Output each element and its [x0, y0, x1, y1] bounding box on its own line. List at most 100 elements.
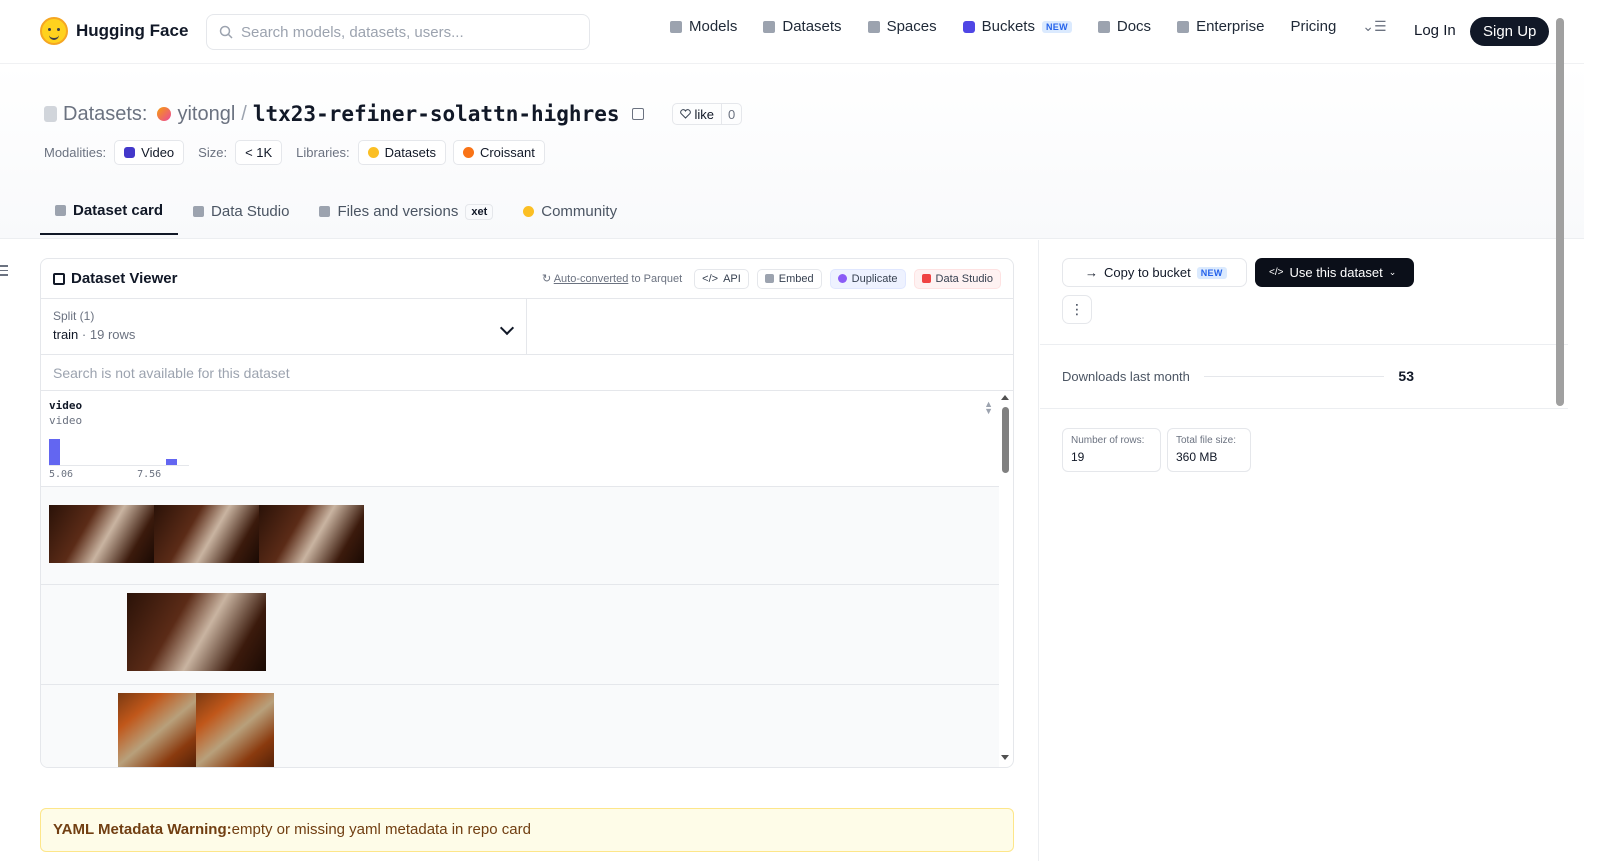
bucket-icon [962, 20, 975, 33]
copy-to-bucket-button[interactable]: → Copy to bucket NEW [1062, 258, 1247, 287]
like-button[interactable]: like 0 [671, 103, 743, 125]
brand-logo[interactable]: Hugging Face [40, 17, 188, 45]
xet-badge: xet [465, 203, 494, 220]
tab-files-and-versions[interactable]: Files and versions xet [304, 196, 508, 235]
auto-converted-note: ↻ Auto-converted to Parquet [542, 273, 683, 285]
scroll-down-arrow[interactable] [1001, 755, 1009, 760]
avatar[interactable] [157, 107, 172, 121]
histogram-bar[interactable] [166, 459, 177, 465]
table-row[interactable] [41, 585, 999, 685]
embed-button[interactable]: Embed [756, 268, 822, 289]
brand-name: Hugging Face [76, 21, 189, 40]
heart-icon [679, 109, 691, 119]
histogram-bar[interactable] [49, 439, 60, 465]
repo-name[interactable]: ltx23-refiner-solattn-highres [253, 102, 620, 126]
data-studio-button[interactable]: Data Studio [913, 268, 1001, 289]
nav-models[interactable]: Models [670, 18, 737, 35]
divider [1040, 408, 1568, 409]
use-this-dataset-button[interactable]: </> Use this dataset ⌄ [1255, 258, 1414, 287]
video-thumbnail[interactable] [196, 693, 274, 767]
size-chip[interactable]: < 1K [235, 140, 283, 165]
split-value: train · 19 rows [53, 327, 514, 342]
code-icon: </> [702, 272, 719, 285]
sort-icon[interactable]: ▲ ▼ [984, 400, 993, 416]
tab-label: Dataset card [73, 202, 164, 219]
signup-button[interactable]: Sign Up [1470, 17, 1550, 46]
modality-chip-video[interactable]: Video [114, 140, 185, 165]
nav-enterprise[interactable]: Enterprise [1177, 18, 1264, 35]
sidebar-toggle-icon[interactable] [0, 265, 8, 279]
library-chip-datasets[interactable]: Datasets [357, 140, 446, 165]
split-select[interactable]: Split (1) train · 19 rows [41, 299, 527, 354]
search-input[interactable] [241, 23, 571, 41]
section-label: Datasets: [63, 102, 148, 125]
table-row[interactable] [41, 487, 999, 585]
search-icon [219, 25, 233, 39]
downloads-label: Downloads last month [1062, 368, 1190, 384]
database-icon [763, 20, 776, 33]
viewer-tools: ↻ Auto-converted to Parquet </> API Embed… [542, 268, 1001, 289]
auto-converted-link[interactable]: Auto-converted [554, 273, 629, 285]
split-dot: · [81, 327, 87, 342]
histogram-min: 5.06 [49, 469, 74, 480]
dataset-viewer: Dataset Viewer ↻ Auto-converted to Parqu… [40, 258, 1014, 768]
library-chip-croissant[interactable]: Croissant [452, 140, 545, 165]
auto-converted-suffix: to Parquet [628, 273, 683, 285]
book-icon [1097, 20, 1110, 33]
nav-pricing[interactable]: Pricing [1290, 18, 1336, 35]
search-box[interactable] [206, 14, 590, 50]
nav-links: Models Datasets Spaces Buckets NEW Docs E… [670, 18, 1387, 35]
copy-icon[interactable] [631, 108, 644, 120]
nav-buckets[interactable]: Buckets NEW [962, 18, 1072, 35]
tab-label: Community [541, 203, 618, 220]
data-studio-label: Data Studio [935, 272, 993, 285]
downloads-stat: Downloads last month 53 [1062, 368, 1414, 384]
warning-title: YAML Metadata Warning: [53, 821, 232, 838]
viewer-title-label: Dataset Viewer [71, 270, 178, 287]
video-thumbnail[interactable] [259, 505, 364, 563]
video-thumbnail[interactable] [154, 505, 259, 563]
grid-icon [867, 20, 880, 33]
column-histogram[interactable] [49, 435, 189, 467]
video-thumbnail[interactable] [127, 593, 266, 671]
api-button[interactable]: </> API [694, 268, 749, 289]
owner-link[interactable]: yitongl [177, 103, 235, 126]
api-label: API [723, 272, 741, 285]
enterprise-icon [1177, 20, 1190, 33]
modalities-label: Modalities: [44, 145, 107, 160]
tab-community[interactable]: Community [508, 196, 632, 235]
nav-models-label: Models [689, 18, 738, 35]
database-icon [44, 106, 57, 122]
column-header-video[interactable]: video video 5.06 7.56 ▲ ▼ [41, 391, 999, 487]
size-label: Size: [198, 145, 228, 160]
tab-dataset-card[interactable]: Dataset card [40, 196, 179, 235]
viewer-scrollbar[interactable] [1002, 407, 1009, 473]
duplicate-button[interactable]: Duplicate [829, 268, 906, 289]
video-thumbnail[interactable] [49, 505, 154, 563]
scroll-up-arrow[interactable] [1001, 395, 1009, 400]
page-scrollbar[interactable] [1556, 18, 1564, 406]
like-label: like [694, 106, 715, 122]
video-thumbnail[interactable] [118, 693, 196, 767]
size-value: < 1K [245, 145, 273, 160]
hugging-face-icon [367, 147, 379, 158]
duplicate-icon [837, 274, 847, 283]
downloads-sparkline [1203, 375, 1385, 377]
table-row[interactable] [41, 685, 999, 767]
nav-more-menu[interactable]: ⌄☰ [1362, 18, 1386, 35]
histogram-max: 7.56 [137, 469, 162, 480]
warning-text: empty or missing yaml metadata in repo c… [231, 821, 531, 838]
new-badge: NEW [1196, 266, 1227, 279]
nav-spaces[interactable]: Spaces [867, 18, 937, 35]
tab-data-studio[interactable]: Data Studio [178, 196, 304, 235]
login-link[interactable]: Log In [1414, 22, 1456, 39]
repo-metadata: Modalities: Video Size: < 1K Libraries: … [44, 140, 545, 165]
modality-label: Video [141, 145, 175, 160]
more-options-button[interactable]: ⋮ [1062, 295, 1092, 324]
sidebar-divider [1038, 240, 1039, 861]
nav-docs[interactable]: Docs [1097, 18, 1151, 35]
nav-datasets[interactable]: Datasets [763, 18, 842, 35]
copy-to-bucket-label: Copy to bucket [1104, 265, 1191, 280]
column-type: video [49, 414, 83, 427]
files-icon [319, 206, 331, 217]
